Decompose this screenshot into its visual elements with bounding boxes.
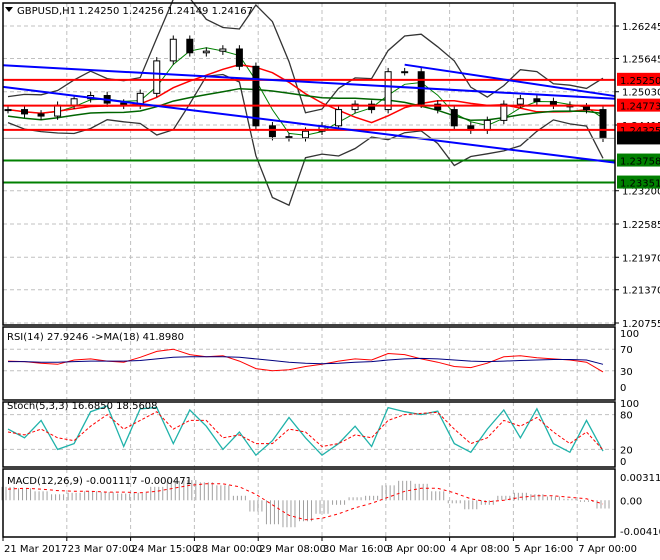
resistance-level-label: 1.24773	[620, 102, 660, 113]
time-label: 4 Apr 08:00	[451, 544, 510, 555]
time-label: 5 Apr 16:00	[514, 544, 573, 555]
price-tick-label: 1.22585	[622, 220, 660, 231]
symbol-label: GBPUSD,H1	[17, 6, 76, 17]
rsi-tick-label: 30	[620, 367, 633, 378]
stoch-tick-label: 100	[620, 399, 639, 410]
candle-body	[483, 119, 491, 131]
trading-chart[interactable]: 21 Mar 2017 23 Mar 07:00 24 Mar 15:00 28 Ma…	[0, 0, 660, 560]
price-tick-label: 1.21370	[622, 286, 660, 297]
stoch-title: Stoch(5,3,3) 16.6850 18.5608	[7, 401, 158, 412]
stoch-tick-label: 80	[620, 411, 633, 422]
ohlc-values: 1.24250 1.24256 1.24149 1.24167	[78, 6, 253, 17]
candle-body	[582, 106, 590, 111]
rsi-title: RSI(14) 27.9246 ->MA(18) 41.8980	[7, 332, 184, 343]
support-level-label: 1.23351	[620, 179, 660, 190]
candle-body	[599, 109, 607, 139]
candle-body	[21, 109, 29, 115]
current-price-label: 1.24167	[620, 134, 660, 145]
candle-body	[70, 98, 78, 106]
rsi-tick-label: 0	[620, 383, 626, 394]
candle-body	[533, 98, 541, 102]
time-label: 21 Mar 2017	[4, 544, 67, 555]
price-tick-label: 1.21970	[622, 253, 660, 264]
chart-canvas[interactable]: 21 Mar 2017 23 Mar 07:0024 Mar 15:0028 Ma…	[0, 0, 660, 560]
candle-body	[202, 50, 210, 54]
candle-body	[285, 136, 293, 139]
candle-body	[4, 109, 12, 112]
rsi-tick-label: 100	[620, 329, 639, 340]
time-label: 30 Mar 16:00	[323, 544, 390, 555]
time-label: 3 Apr 00:00	[387, 544, 446, 555]
candle-body	[37, 113, 45, 117]
time-label: 28 Mar 00:00	[195, 544, 262, 555]
price-tick-label: 1.26245	[622, 22, 660, 33]
candle-body	[169, 38, 177, 62]
macd-tick-label: -0.004101	[620, 527, 660, 538]
candle-body	[268, 125, 276, 138]
stoch-tick-label: 0	[620, 457, 626, 468]
price-tick-label: 1.25645	[622, 54, 660, 65]
candle-body	[302, 130, 309, 139]
macd-title: MACD(12,26,9) -0.001117 -0.000471	[7, 476, 192, 487]
triangle-down-icon[interactable]	[5, 7, 13, 12]
candle-body	[153, 60, 161, 94]
stoch-tick-label: 20	[620, 445, 633, 456]
main-panel-frame	[2, 2, 616, 326]
candle-body	[401, 71, 409, 74]
rsi-tick-label: 70	[620, 345, 633, 356]
candle-body	[186, 38, 194, 54]
candle-body	[516, 98, 524, 105]
candle-body	[335, 109, 343, 127]
macd-tick-label: 0.00	[620, 496, 642, 507]
candle-body	[219, 48, 227, 52]
time-label: 23 Mar 07:00	[68, 544, 135, 555]
time-label: 29 Mar 08:00	[259, 544, 326, 555]
candle-body	[384, 71, 392, 111]
resistance-level-label: 1.25250	[620, 76, 660, 87]
candle-body	[235, 48, 243, 67]
candle-body	[252, 65, 260, 127]
time-label: 7 Apr 00:00	[578, 544, 637, 555]
time-label: 24 Mar 15:00	[132, 544, 199, 555]
support-level-label: 1.23758	[620, 157, 660, 168]
candle-body	[450, 109, 458, 127]
macd-tick-label: 0.003111	[620, 473, 660, 484]
candle-body	[54, 104, 62, 117]
price-tick-label: 1.25030	[622, 88, 660, 99]
chart-header: GBPUSD,H1 1.24250 1.24256 1.24149 1.2416…	[5, 6, 253, 17]
